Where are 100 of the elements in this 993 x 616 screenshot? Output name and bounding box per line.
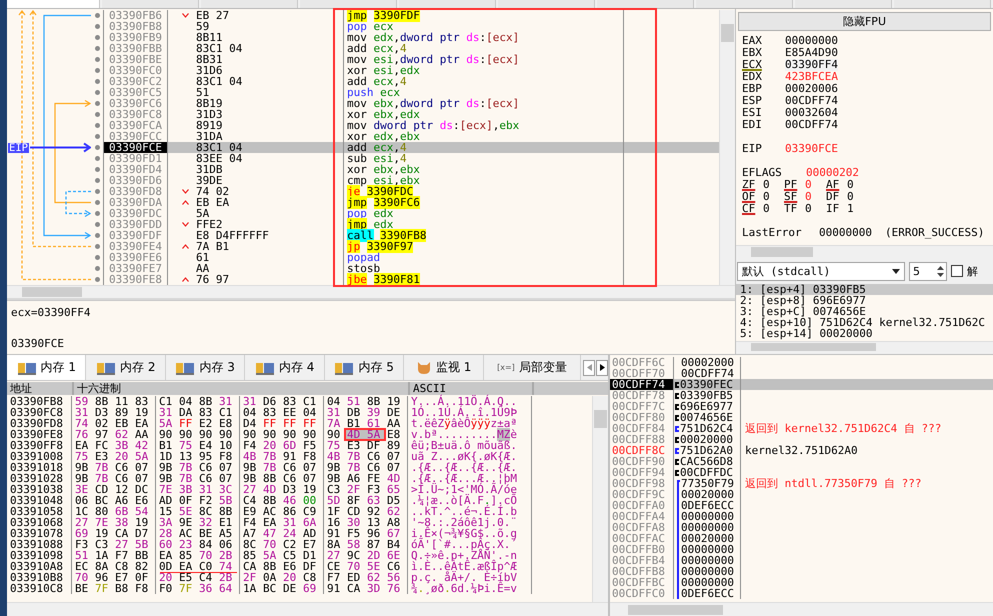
- address-cell[interactable]: 00CDFF88: [610, 434, 674, 445]
- address-cell[interactable]: 00CDFFB0: [610, 544, 674, 555]
- breakpoint-dot[interactable]: [94, 211, 100, 216]
- breakpoint-dot[interactable]: [94, 134, 100, 139]
- address-cell[interactable]: 03390FD8: [104, 186, 168, 197]
- flag-value[interactable]: 0: [763, 203, 770, 215]
- address-cell[interactable]: 00CDFF6C: [610, 357, 674, 368]
- address-cell[interactable]: 00CDFFA0: [610, 500, 674, 511]
- breakpoint-dot[interactable]: [94, 167, 100, 172]
- address-cell[interactable]: 03390FB8: [104, 21, 168, 32]
- address-cell[interactable]: 03390FDC: [104, 208, 168, 219]
- flag-value[interactable]: 0: [805, 191, 812, 203]
- breakpoint-dot[interactable]: [94, 244, 100, 249]
- calling-convention-dropdown[interactable]: 默认 (stdcall): [737, 262, 905, 280]
- breakpoint-dot[interactable]: [94, 101, 100, 106]
- address-cell[interactable]: 03390FB9: [104, 32, 168, 43]
- address-cell[interactable]: 03390FBB: [104, 43, 168, 54]
- address-cell[interactable]: 03390FC0: [104, 65, 168, 76]
- register-value[interactable]: 03390FCE: [785, 143, 838, 155]
- address-cell[interactable]: 00CDFFA8: [610, 522, 674, 533]
- argument-count-spinbox[interactable]: 5: [909, 262, 947, 280]
- scrollbar[interactable]: [736, 245, 993, 258]
- breakpoint-dot[interactable]: [94, 189, 100, 194]
- address-cell[interactable]: 03390FCE: [104, 142, 168, 153]
- register-value[interactable]: 00000202: [806, 167, 859, 179]
- address-cell[interactable]: 03390FC6: [104, 98, 168, 109]
- breakpoint-dot[interactable]: [94, 255, 100, 260]
- breakpoint-dot[interactable]: [94, 266, 100, 271]
- breakpoint-dot[interactable]: [94, 123, 100, 128]
- address-cell[interactable]: 00CDFF74: [610, 379, 674, 390]
- argument-line[interactable]: 3: [esp+C] 0074656E: [736, 306, 993, 317]
- flag-value[interactable]: 0: [763, 191, 770, 203]
- address-cell[interactable]: 03390FE6: [104, 252, 168, 263]
- address-cell[interactable]: 00CDFF80: [610, 412, 674, 423]
- breakpoint-dot[interactable]: [94, 222, 100, 227]
- breakpoint-dot[interactable]: [94, 24, 100, 29]
- address-cell[interactable]: 03390FC8: [104, 109, 168, 120]
- address-cell[interactable]: 03390FC5: [104, 87, 168, 98]
- register-value[interactable]: 00CDFF74: [785, 119, 838, 131]
- address-cell[interactable]: 03390FE7: [104, 263, 168, 274]
- breakpoint-dot[interactable]: [94, 156, 100, 161]
- register-value[interactable]: E85A4D90: [785, 47, 838, 59]
- breakpoint-dot[interactable]: [94, 68, 100, 73]
- breakpoint-dot[interactable]: [94, 200, 100, 205]
- address-cell[interactable]: 03390FBE: [104, 54, 168, 65]
- address-cell[interactable]: 00CDFFB4: [610, 555, 674, 566]
- scrollbar[interactable]: [719, 10, 735, 286]
- address-cell[interactable]: 03390FDA: [104, 197, 168, 208]
- breakpoint-dot[interactable]: [94, 112, 100, 117]
- argument-line[interactable]: 4: [esp+10] 751D62C4 kernel32.751D62C: [736, 317, 993, 328]
- breakpoint-dot[interactable]: [94, 35, 100, 40]
- register-value[interactable]: 00020006: [785, 83, 838, 95]
- address-cell[interactable]: 00CDFFAC: [610, 533, 674, 544]
- register-value[interactable]: 00000000: [785, 35, 838, 47]
- scrollbar[interactable]: [7, 285, 735, 298]
- address-cell[interactable]: 03390FDF: [104, 230, 168, 241]
- address-cell[interactable]: 03390FD6: [104, 175, 168, 186]
- flag-value[interactable]: 0: [847, 179, 854, 191]
- register-value[interactable]: 00032604: [785, 107, 838, 119]
- address-cell[interactable]: 00CDFFB8: [610, 566, 674, 577]
- address-cell[interactable]: 00CDFF84: [610, 423, 674, 434]
- scrollbar[interactable]: [610, 602, 993, 616]
- breakpoint-dot[interactable]: [94, 46, 100, 51]
- flag-value[interactable]: 0: [805, 203, 812, 215]
- unlock-checkbox[interactable]: [951, 265, 963, 277]
- flag-value[interactable]: 0: [805, 179, 812, 191]
- hide-fpu-button[interactable]: 隐藏FPU: [738, 12, 991, 31]
- address-cell[interactable]: 00CDFF8C: [610, 445, 674, 456]
- flag-value[interactable]: 1: [847, 203, 854, 215]
- address-cell[interactable]: 00CDFFC0: [610, 588, 674, 599]
- address-cell[interactable]: 00CDFF78: [610, 390, 674, 401]
- breakpoint-dot[interactable]: [94, 57, 100, 62]
- dump-tab[interactable]: 内存 1: [7, 355, 86, 380]
- breakpoint-dot[interactable]: [94, 233, 100, 238]
- scrollbar[interactable]: [7, 602, 608, 616]
- address-cell[interactable]: 00CDFFA4: [610, 511, 674, 522]
- address-cell[interactable]: 03390FD1: [104, 153, 168, 164]
- address-cell[interactable]: 00CDFF98: [610, 478, 674, 489]
- address-cell[interactable]: 03390FCA: [104, 120, 168, 131]
- scroll-right-button[interactable]: [596, 360, 608, 376]
- address-cell[interactable]: 00CDFF90: [610, 456, 674, 467]
- register-value[interactable]: 423BFCEA: [785, 71, 838, 83]
- address-cell[interactable]: 00CDFF94: [610, 467, 674, 478]
- address-cell[interactable]: 03390FD4: [104, 164, 168, 175]
- address-cell[interactable]: 00CDFF9C: [610, 489, 674, 500]
- breakpoint-dot[interactable]: [94, 277, 100, 282]
- breakpoint-dot[interactable]: [94, 13, 100, 18]
- address-cell[interactable]: 03390FDD: [104, 219, 168, 230]
- address-cell[interactable]: 00CDFF7C: [610, 401, 674, 412]
- argument-line[interactable]: 5: [esp+14] 00020000: [736, 328, 993, 339]
- breakpoint-dot[interactable]: [94, 79, 100, 84]
- flag-value[interactable]: 0: [847, 191, 854, 203]
- address-cell[interactable]: 00CDFFBC: [610, 577, 674, 588]
- breakpoint-dot[interactable]: [94, 90, 100, 95]
- address-cell[interactable]: 03390FB6: [104, 10, 168, 21]
- argument-line[interactable]: 2: [esp+8] 696E6977: [736, 295, 993, 306]
- breakpoint-dot[interactable]: [94, 178, 100, 183]
- flag-value[interactable]: 0: [763, 179, 770, 191]
- breakpoint-dot[interactable]: [94, 145, 100, 150]
- scrollbar[interactable]: [592, 396, 608, 602]
